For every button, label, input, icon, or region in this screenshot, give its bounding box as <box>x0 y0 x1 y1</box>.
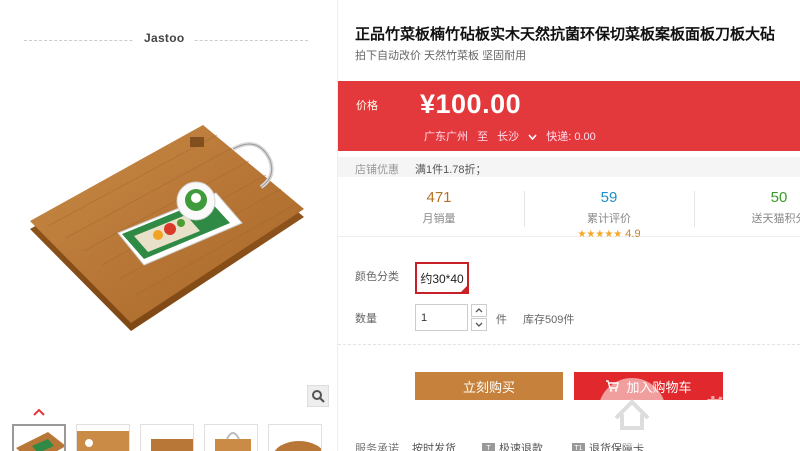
star-icons: ★★★★★ <box>577 229 623 240</box>
service-badge-icon: T <box>482 442 495 451</box>
thumbnail-image <box>274 441 321 451</box>
thumbnail-3[interactable] <box>140 424 194 451</box>
thumbnail-image <box>151 439 193 451</box>
check-mark-icon: ✓ <box>461 285 467 292</box>
shipping-row: 广东广州 至 长沙 快递: 0.00 <box>424 128 602 144</box>
stat-monthly-sales: 471 月销量 <box>354 189 524 226</box>
stat-reviews[interactable]: 59 累计评价 ★★★★★ 4.9 <box>524 189 694 240</box>
stat-reviews-value: 59 <box>600 189 618 206</box>
stat-sales-value: 471 <box>426 189 452 206</box>
service-return-guarantee: T1 退货保障卡 <box>572 440 644 451</box>
service-badge-icon: T1 <box>572 442 585 451</box>
shipping-fee: 快递: 0.00 <box>546 131 596 143</box>
stat-reviews-label: 累计评价 <box>587 213 631 225</box>
stat-points-value: 50 <box>770 189 788 206</box>
thumbnail-5[interactable] <box>268 424 322 451</box>
color-option-label: 颜色分类 <box>355 271 399 283</box>
section-divider <box>338 344 800 345</box>
product-main-image[interactable] <box>18 105 318 385</box>
rating-stars: ★★★★★ 4.9 <box>524 228 694 240</box>
rating-value: 4.9 <box>625 228 641 240</box>
buy-now-button[interactable]: 立刻购买 <box>415 372 563 400</box>
ship-from: 广东广州 <box>424 131 468 143</box>
ship-to: 长沙 <box>497 131 520 143</box>
add-to-cart-button[interactable]: 加入购物车 <box>574 372 723 400</box>
price-label: 价格 <box>356 100 378 112</box>
cart-icon <box>606 380 620 392</box>
stat-points: 50 送天猫积分 <box>694 189 800 226</box>
service-text: 按时发货 <box>412 443 456 451</box>
thumbnail-2[interactable] <box>76 424 130 451</box>
service-text: 极速退款 <box>499 443 543 451</box>
chevron-down-icon <box>528 134 537 141</box>
sku-option-text: 约30*40 <box>420 271 464 286</box>
thumbnail-image <box>77 431 129 451</box>
stat-sales-label: 月销量 <box>422 213 456 225</box>
stat-points-label: 送天猫积分 <box>751 213 800 225</box>
watermark-text: 68教育 <box>672 395 765 429</box>
service-text: 退货保障卡 <box>589 443 644 451</box>
magnifier-icon <box>312 390 325 403</box>
quantity-unit: 件 <box>496 314 507 326</box>
thumbnail-1[interactable] <box>12 424 66 451</box>
quantity-increase[interactable] <box>471 304 487 317</box>
stock-count: 库存509件 <box>523 314 575 326</box>
product-title: 正品竹菜板楠竹砧板实木天然抗菌环保切菜板案板面板刀板大砧 <box>355 26 776 43</box>
zoom-button[interactable] <box>307 385 329 407</box>
product-subtitle: 拍下自动改价 天然竹菜板 坚固耐用 <box>355 50 527 62</box>
chevron-up-icon <box>33 408 45 416</box>
service-label: 服务承诺 <box>355 443 399 451</box>
thumbnail-image <box>215 432 251 451</box>
thumbnail-scroll-up[interactable] <box>31 406 47 418</box>
promo-row: 店铺优惠 满1件1.78折； <box>338 157 800 177</box>
stats-bar: 471 月销量 59 累计评价 ★★★★★4.9 50 送天猫积分 <box>338 183 800 240</box>
chevron-up-icon <box>475 308 483 313</box>
ship-to-word: 至 <box>477 131 489 143</box>
service-fast-refund: T 极速退款 <box>482 440 543 451</box>
price-panel: 价格 ¥100.00 广东广州 至 长沙 快递: 0.00 <box>338 81 800 151</box>
cutting-board-image <box>30 125 304 331</box>
quantity-label: 数量 <box>355 313 377 325</box>
chevron-down-icon <box>475 322 483 327</box>
promo-label: 店铺优惠 <box>355 164 399 176</box>
thumbnail-strip <box>12 424 322 451</box>
add-to-cart-label: 加入购物车 <box>626 379 692 395</box>
thumbnail-4[interactable] <box>204 424 258 451</box>
ship-to-select[interactable]: 长沙 <box>497 131 537 143</box>
sku-option-selected[interactable]: 约30*40 ✓ <box>415 262 469 294</box>
price-value: ¥100.00 <box>420 89 522 119</box>
thumbnail-image <box>16 432 64 451</box>
promo-text: 满1件1.78折； <box>415 164 487 176</box>
quantity-decrease[interactable] <box>471 318 487 331</box>
quantity-input[interactable] <box>415 304 468 331</box>
store-brand: Jastoo <box>134 31 195 45</box>
service-on-time: 按时发货 <box>412 440 456 451</box>
